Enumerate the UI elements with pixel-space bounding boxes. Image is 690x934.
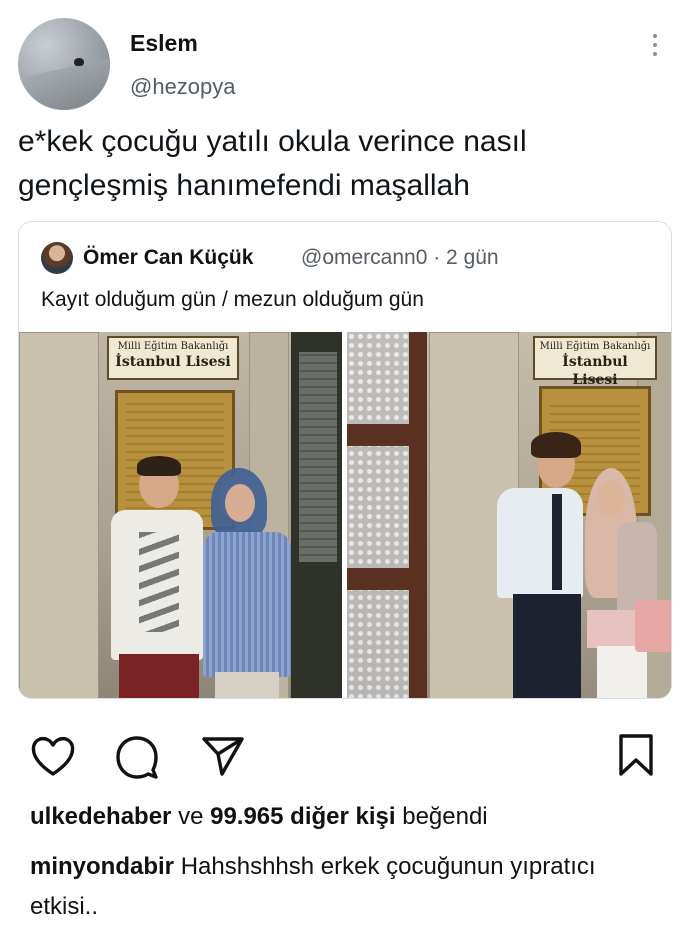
comment-icon[interactable] — [114, 734, 160, 780]
quoted-author-name[interactable]: Ömer Can Küçük — [83, 246, 253, 270]
author-avatar[interactable] — [18, 18, 110, 110]
wooden-frame — [347, 424, 427, 446]
white-shirt — [497, 488, 583, 598]
photo-graduation-day[interactable]: Milli Eğitim Bakanlığı İstanbul Lisesi — [347, 332, 671, 698]
white-pants — [597, 646, 647, 698]
black-tie — [552, 494, 562, 590]
share-icon[interactable] — [200, 734, 246, 778]
photo-grid: Milli Eğitim Bakanlığı İstanbul Lisesi M… — [19, 332, 671, 698]
tweet-text: e*kek çocuğu yatılı okula verince nasıl … — [18, 125, 527, 202]
quoted-time: · 2 gün — [433, 246, 499, 269]
pink-handbag — [635, 600, 671, 652]
woman-face-inner — [225, 484, 255, 522]
quoted-author-avatar[interactable] — [41, 242, 73, 274]
woman-pants — [215, 672, 279, 698]
woman-face — [597, 480, 625, 516]
boy-shorts — [119, 654, 199, 698]
likes-connector: ve — [178, 803, 204, 830]
heart-icon[interactable] — [30, 734, 76, 778]
woman-shirt — [203, 532, 291, 677]
lattice-window — [347, 332, 409, 698]
photo-registration-day[interactable]: Milli Eğitim Bakanlığı İstanbul Lisesi — [19, 332, 342, 698]
bookmark-icon[interactable] — [616, 732, 656, 778]
likes-suffix: beğendi — [402, 803, 488, 830]
caption-username[interactable]: minyondabir — [30, 853, 174, 880]
likes-count[interactable]: 99.965 diğer kişi — [210, 803, 395, 830]
wooden-frame — [347, 568, 427, 590]
author-name[interactable]: Eslem — [130, 30, 198, 57]
more-options-icon[interactable] — [648, 34, 662, 60]
wooden-frame — [409, 332, 427, 698]
boy-hair — [137, 456, 181, 476]
tshirt-print — [139, 532, 179, 632]
young-man-hair — [531, 432, 581, 458]
liker-username[interactable]: ulkedehaber — [30, 803, 171, 830]
quoted-author-meta: @omercann0 · 2 gün — [301, 246, 499, 270]
quoted-author-handle[interactable]: @omercann0 — [301, 246, 427, 269]
school-sign: Milli Eğitim Bakanlığı İstanbul Lisesi — [533, 336, 657, 388]
black-trousers — [513, 594, 581, 698]
stone-pillar — [19, 332, 99, 698]
quoted-tweet-card[interactable]: Ömer Can Küçük @omercann0 · 2 gün Kayıt … — [18, 221, 672, 699]
quoted-tweet-text: Kayıt olduğum gün / mezun olduğum gün — [41, 288, 424, 311]
post-caption: minyondabir Hahshshhsh erkek çocuğunun y… — [30, 847, 670, 927]
author-handle[interactable]: @hezopya — [130, 74, 236, 100]
school-sign: Milli Eğitim Bakanlığı İstanbul Lisesi — [107, 336, 239, 380]
gate-grid — [299, 352, 337, 562]
likes-summary: ulkedehaber ve 99.965 diğer kişi beğendi — [30, 803, 488, 831]
